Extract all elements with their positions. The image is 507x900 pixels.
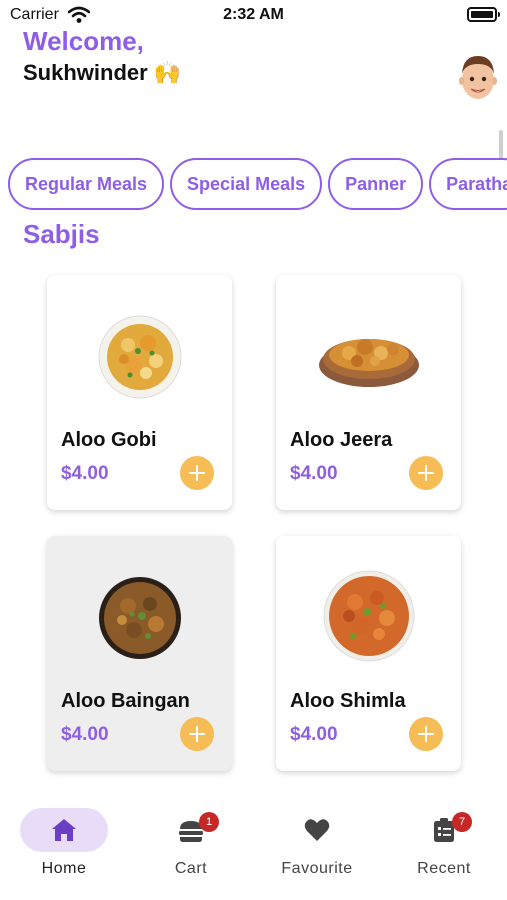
food-card-aloo-baingan[interactable]: Aloo Baingan $4.00 — [47, 536, 232, 771]
bottom-tab-bar: Home 1 Cart Favourite 7 Recent — [0, 800, 507, 900]
item-price: $4.00 — [61, 724, 109, 745]
cart-count-badge: 1 — [199, 812, 219, 832]
battery-icon — [467, 7, 500, 22]
item-name: Aloo Jeera — [290, 429, 393, 451]
item-price: $4.00 — [290, 463, 338, 484]
add-to-cart-button[interactable] — [409, 456, 443, 490]
chip-paratha[interactable]: Paratha — [429, 158, 507, 210]
tab-cart[interactable]: 1 Cart — [136, 808, 246, 888]
food-card-aloo-jeera[interactable]: Aloo Jeera $4.00 — [276, 275, 461, 510]
add-to-cart-button[interactable] — [180, 717, 214, 751]
item-name: Aloo Gobi — [61, 429, 157, 451]
tab-favourite[interactable]: Favourite — [262, 808, 372, 888]
tab-label: Home — [41, 860, 87, 877]
username: Sukhwinder 🙌 — [23, 60, 182, 85]
aloo-shimla-image — [323, 570, 414, 662]
aloo-jeera-image — [318, 339, 419, 387]
category-chips: Regular Meals Special Meals Panner Paratha — [8, 158, 507, 210]
food-card-aloo-shimla[interactable]: Aloo Shimla $4.00 — [276, 536, 461, 771]
item-price: $4.00 — [61, 463, 109, 484]
add-to-cart-button[interactable] — [409, 717, 443, 751]
tab-home[interactable]: Home — [9, 808, 119, 888]
add-to-cart-button[interactable] — [180, 456, 214, 490]
tab-label: Cart — [174, 860, 208, 877]
tab-label: Favourite — [281, 860, 353, 877]
chip-special-meals[interactable]: Special Meals — [170, 158, 323, 210]
section-title: Sabjis — [23, 219, 100, 249]
clock: 2:32 AM — [223, 6, 284, 23]
item-name: Aloo Shimla — [290, 690, 406, 712]
chip-panner[interactable]: Panner — [328, 158, 424, 210]
chip-regular-meals[interactable]: Regular Meals — [8, 158, 165, 210]
home-icon — [52, 819, 76, 841]
welcome-title: Welcome, — [23, 26, 144, 56]
aloo-gobi-image — [98, 315, 181, 399]
tab-recent[interactable]: 7 Recent — [389, 808, 499, 888]
tab-label: Recent — [417, 860, 471, 877]
avatar[interactable] — [457, 52, 499, 102]
aloo-baingan-image — [98, 577, 181, 659]
food-card-aloo-gobi[interactable]: Aloo Gobi $4.00 — [47, 275, 232, 510]
recent-count-badge: 7 — [452, 812, 472, 832]
heart-icon — [304, 819, 330, 841]
item-price: $4.00 — [290, 724, 338, 745]
item-name: Aloo Baingan — [61, 690, 190, 712]
